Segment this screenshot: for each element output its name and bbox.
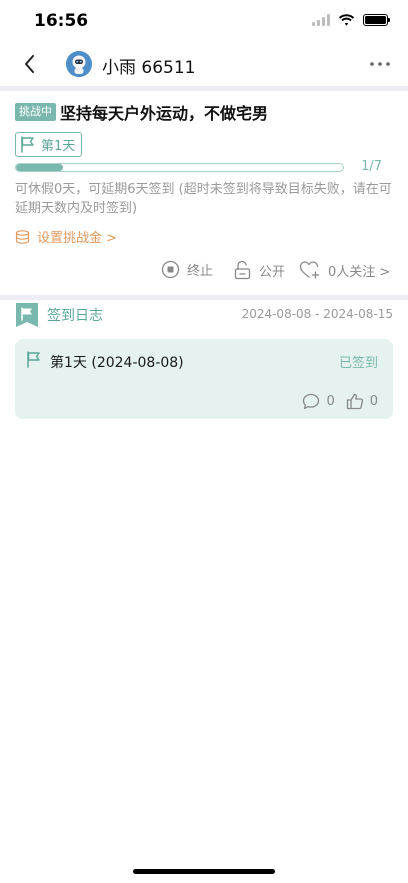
stop-label: 终止: [187, 264, 214, 279]
checkin-log-title: 签到日志: [47, 308, 103, 324]
stop-button[interactable]: 终止: [161, 260, 213, 279]
flag-icon: [21, 136, 34, 153]
checkin-date-range: 2024-08-08 - 2024-08-15: [241, 307, 393, 321]
goal-title: 坚持每天户外运动，不做宅男: [60, 104, 269, 123]
day-badge: 第1天: [15, 132, 83, 157]
progress-label: 1/7: [361, 159, 382, 174]
chevron-left-icon: [25, 55, 34, 73]
heart-add-icon: [299, 261, 320, 279]
rule-text: 可休假0天，可延期6天签到 (超时未签到将导致目标失败，请在可延期天数内及时签到…: [15, 182, 392, 216]
section-divider-2: [0, 295, 408, 300]
action-bar: 终止 公开 0人关注 >: [0, 260, 408, 284]
status-time: 16:56: [34, 11, 89, 31]
followers-link[interactable]: 0人关注 >: [299, 260, 390, 280]
progress-bar: [15, 163, 344, 172]
more-button[interactable]: [368, 52, 392, 76]
checkin-entry-stats: 0 0: [302, 393, 378, 410]
unlock-icon: [234, 260, 251, 280]
back-button[interactable]: [18, 52, 42, 76]
comment-button[interactable]: 0: [302, 393, 335, 410]
wifi-icon: [338, 14, 355, 26]
checkin-entry-status: 已签到: [338, 356, 378, 371]
like-count: 0: [369, 394, 378, 409]
cellular-signal-icon: [312, 14, 330, 26]
day-badge-label: 第1天: [41, 139, 76, 154]
status-badge: 挑战中: [15, 103, 56, 121]
checkin-entry[interactable]: 第1天 (2024-08-08) 已签到 0 0: [15, 339, 393, 419]
more-dots-icon: [370, 62, 390, 66]
flag-icon: [27, 351, 40, 368]
set-challenge-money-label: 设置挑战金 >: [37, 231, 118, 246]
comment-icon: [303, 393, 320, 410]
nav-bar: 小雨 66511: [0, 44, 408, 86]
section-divider: [0, 86, 408, 91]
astronaut-avatar-icon: [66, 51, 92, 77]
battery-icon: [363, 14, 390, 26]
comment-count: 0: [326, 394, 335, 409]
avatar[interactable]: [66, 51, 92, 77]
page-title: 小雨 66511: [102, 58, 196, 78]
progress-fill: [16, 164, 63, 171]
flag-bookmark-icon: [16, 303, 38, 327]
like-button[interactable]: 0: [346, 393, 378, 410]
coins-icon: [15, 229, 30, 244]
thumbs-up-icon: [346, 393, 363, 410]
checkin-entry-day: 第1天 (2024-08-08): [50, 355, 184, 371]
status-bar: 16:56: [0, 0, 408, 44]
home-indicator: [133, 869, 275, 874]
stop-circle-icon: [161, 260, 180, 279]
status-icons: [312, 14, 390, 26]
set-challenge-money-link[interactable]: 设置挑战金 >: [15, 227, 117, 246]
checkin-log-header: 签到日志 2024-08-08 - 2024-08-15: [0, 303, 408, 327]
visibility-label: 公开: [259, 264, 286, 280]
followers-label: 0人关注 >: [328, 264, 391, 280]
visibility-button[interactable]: 公开: [233, 260, 285, 280]
